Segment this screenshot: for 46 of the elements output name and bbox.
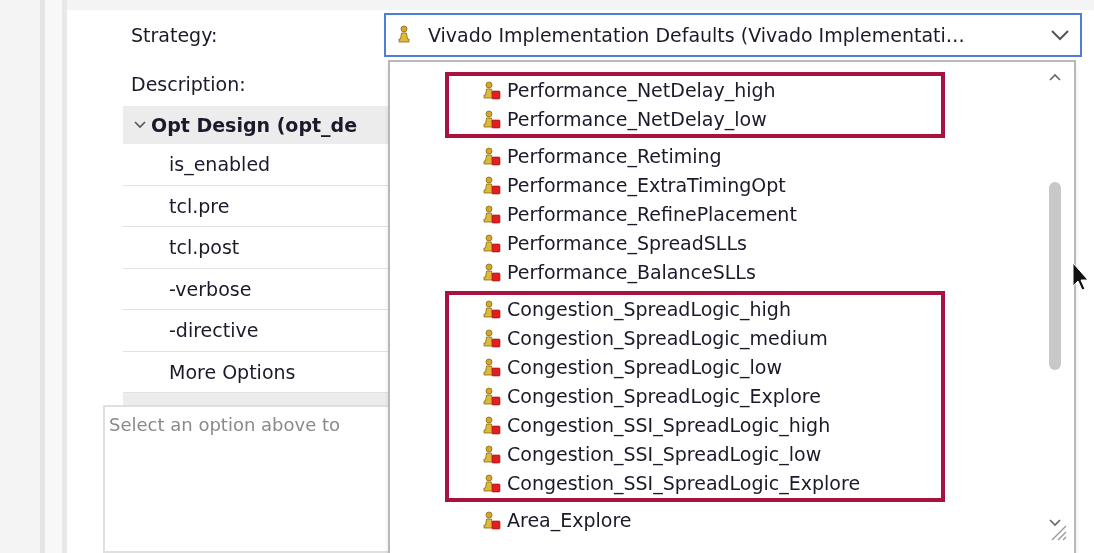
option-name: is_enabled bbox=[169, 152, 271, 178]
strategy-option[interactable]: Performance_NetDelay_low bbox=[445, 105, 945, 138]
pawn-lock-icon bbox=[481, 109, 501, 130]
option-name: tcl.post bbox=[169, 235, 240, 260]
option-name: -verbose bbox=[169, 276, 252, 302]
chevron-down-icon bbox=[1050, 29, 1070, 41]
description-label: Description: bbox=[131, 71, 246, 97]
strategy-option[interactable]: Performance_NetDelay_high bbox=[445, 72, 945, 105]
pawn-lock-icon bbox=[481, 328, 501, 349]
option-name: More Options bbox=[169, 359, 296, 385]
group-header[interactable]: Opt Design (opt_de bbox=[123, 106, 391, 144]
strategy-option[interactable]: Area_Explore bbox=[445, 502, 945, 539]
pawn-lock-icon bbox=[481, 146, 501, 167]
option-name: -directive bbox=[169, 318, 259, 343]
pawn-lock-icon bbox=[481, 204, 501, 225]
pawn-lock-icon bbox=[481, 262, 501, 283]
pawn-lock-icon bbox=[481, 175, 501, 196]
pawn-lock-icon bbox=[481, 299, 501, 320]
pawn-lock-icon bbox=[481, 233, 501, 254]
strategy-label: Strategy: bbox=[131, 22, 219, 48]
pawn-lock-icon bbox=[481, 473, 501, 494]
help-text: Select an option above to bbox=[109, 414, 341, 435]
strategy-option[interactable]: Performance_ExtraTimingOpt bbox=[445, 171, 945, 200]
strategy-option[interactable]: Performance_BalanceSLLs bbox=[445, 258, 945, 291]
option-name: tcl.pre bbox=[169, 193, 230, 219]
pawn-lock-icon bbox=[481, 444, 501, 465]
strategy-option[interactable]: Congestion_SpreadLogic_Explore bbox=[445, 382, 945, 411]
strategy-option[interactable]: Congestion_SpreadLogic_low bbox=[445, 353, 945, 382]
strategy-dropdown[interactable]: Vivado Implementation Defaults (Vivado Implementati… bbox=[384, 13, 1082, 57]
resize-grip-icon[interactable] bbox=[1050, 524, 1068, 542]
chevron-down-icon[interactable] bbox=[1048, 518, 1062, 528]
pawn-lock-icon bbox=[481, 80, 501, 101]
strategy-option[interactable]: Congestion_SpreadLogic_medium bbox=[445, 324, 945, 353]
pawn-lock-icon bbox=[481, 357, 501, 378]
chevron-up-icon[interactable] bbox=[1048, 72, 1062, 82]
strategy-option[interactable]: Performance_RefinePlacement bbox=[445, 200, 945, 229]
scrollbar-thumb[interactable] bbox=[1049, 182, 1061, 370]
pawn-lock-icon bbox=[481, 510, 501, 531]
strategy-option[interactable]: Congestion_SSI_SpreadLogic_low bbox=[445, 440, 945, 469]
strategy-option[interactable]: Congestion_SpreadLogic_high bbox=[445, 291, 945, 324]
strategy-option[interactable]: Congestion_SSI_SpreadLogic_Explore bbox=[445, 469, 945, 502]
strategy-option[interactable]: Performance_SpreadSLLs bbox=[445, 229, 945, 258]
pawn-lock-icon bbox=[481, 386, 501, 407]
pawn-lock-icon bbox=[481, 415, 501, 436]
strategy-option[interactable]: Congestion_SSI_SpreadLogic_high bbox=[445, 411, 945, 440]
strategy-option[interactable]: Performance_Retiming bbox=[445, 138, 945, 171]
